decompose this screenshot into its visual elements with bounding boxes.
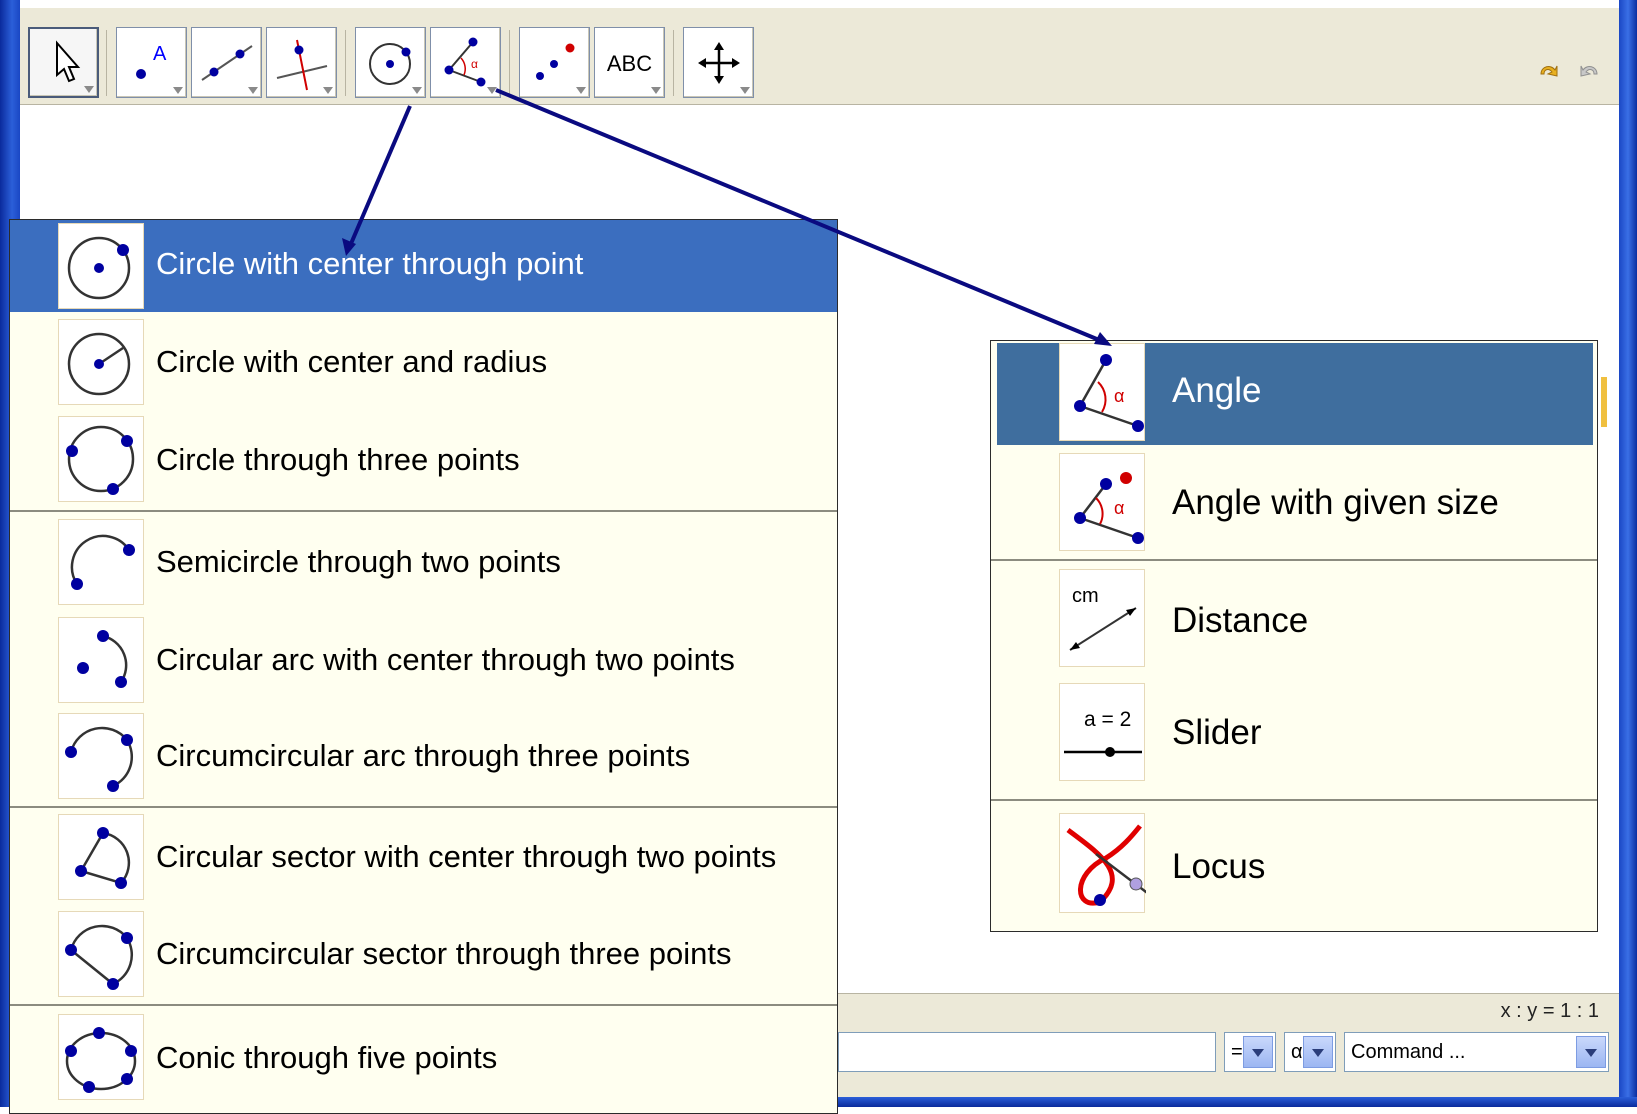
menu-item-locus[interactable]: Locus xyxy=(991,801,1597,929)
distance-icon: cm xyxy=(1059,569,1145,667)
chevron-down-icon[interactable] xyxy=(1303,1036,1333,1068)
menu-item-semicircle[interactable]: Semicircle through two points xyxy=(10,512,837,612)
alpha-select[interactable]: α xyxy=(1284,1032,1336,1072)
equals-select[interactable]: = xyxy=(1224,1032,1276,1072)
angle-button[interactable]: α xyxy=(430,27,501,98)
menu-item-circle-three-points[interactable]: Circle through three points xyxy=(10,412,837,508)
scrollbar-marker xyxy=(1601,377,1607,427)
svg-text:A: A xyxy=(153,43,167,65)
circular-sector-icon xyxy=(58,814,144,900)
toolbar: A α ABC xyxy=(20,8,1619,105)
distance-icon-text: cm xyxy=(1072,585,1099,607)
menu-item-angle-given-size[interactable]: α Angle with given size xyxy=(991,449,1597,555)
slider-icon: a = 2 xyxy=(1059,683,1145,781)
menu-item-circular-arc[interactable]: Circular arc with center through two poi… xyxy=(10,612,837,708)
window-top-edge xyxy=(0,0,1637,8)
reflect-button[interactable] xyxy=(519,27,590,98)
semicircle-icon xyxy=(58,519,144,605)
circle-center-through-point-icon xyxy=(58,223,144,309)
menu-item-circumcircular-arc[interactable]: Circumcircular arc through three points xyxy=(10,708,837,804)
menu-item-circular-sector[interactable]: Circular sector with center through two … xyxy=(10,808,837,906)
menu-item-distance[interactable]: cm Distance xyxy=(991,561,1597,677)
chevron-down-icon[interactable] xyxy=(1576,1036,1606,1068)
menu-item-angle[interactable]: α Angle xyxy=(997,343,1593,445)
menu-item-slider[interactable]: a = 2 Slider xyxy=(991,677,1597,785)
line-button[interactable] xyxy=(191,27,262,98)
circle-three-points-icon xyxy=(58,416,144,502)
measure-tools-menu: α Angle α Angle with given size cm Dista… xyxy=(990,340,1598,932)
axes-ratio: x : y = 1 : 1 xyxy=(1500,1000,1599,1022)
circle-tools-menu: Circle with center through point Circle … xyxy=(9,219,838,1114)
circumcircular-sector-icon xyxy=(58,911,144,997)
window-bottom-frame xyxy=(836,1097,1637,1107)
chevron-down-icon[interactable] xyxy=(1243,1036,1273,1068)
window-right-frame xyxy=(1619,0,1637,1107)
new-point-button[interactable]: A xyxy=(116,27,187,98)
svg-text:α: α xyxy=(1114,498,1124,518)
perpendicular-line-button[interactable] xyxy=(266,27,337,98)
move-tool-button[interactable] xyxy=(28,27,99,98)
circle-button[interactable] xyxy=(355,27,426,98)
command-select[interactable]: Command ... xyxy=(1344,1032,1609,1072)
menu-item-circumcircular-sector[interactable]: Circumcircular sector through three poin… xyxy=(10,906,837,1002)
svg-text:α: α xyxy=(1114,386,1124,406)
slider-icon-text: a = 2 xyxy=(1084,708,1131,731)
text-button[interactable]: ABC xyxy=(594,27,665,98)
redo-icon[interactable] xyxy=(1577,58,1603,84)
menu-item-conic-five-points[interactable]: Conic through five points xyxy=(10,1006,837,1110)
menu-item-circle-center-radius[interactable]: Circle with center and radius xyxy=(10,312,837,412)
svg-text:α: α xyxy=(471,57,478,71)
input-field[interactable] xyxy=(838,1032,1216,1072)
circle-center-radius-icon xyxy=(58,319,144,405)
angle-given-size-icon: α xyxy=(1059,453,1145,551)
conic-five-points-icon xyxy=(58,1014,144,1100)
circular-arc-icon xyxy=(58,617,144,703)
circumcircular-arc-icon xyxy=(58,713,144,799)
angle-icon: α xyxy=(1059,343,1145,441)
undo-icon[interactable] xyxy=(1535,58,1561,84)
move-view-button[interactable] xyxy=(683,27,754,98)
menu-item-circle-center-through-point[interactable]: Circle with center through point xyxy=(10,220,837,312)
locus-icon xyxy=(1059,813,1146,913)
